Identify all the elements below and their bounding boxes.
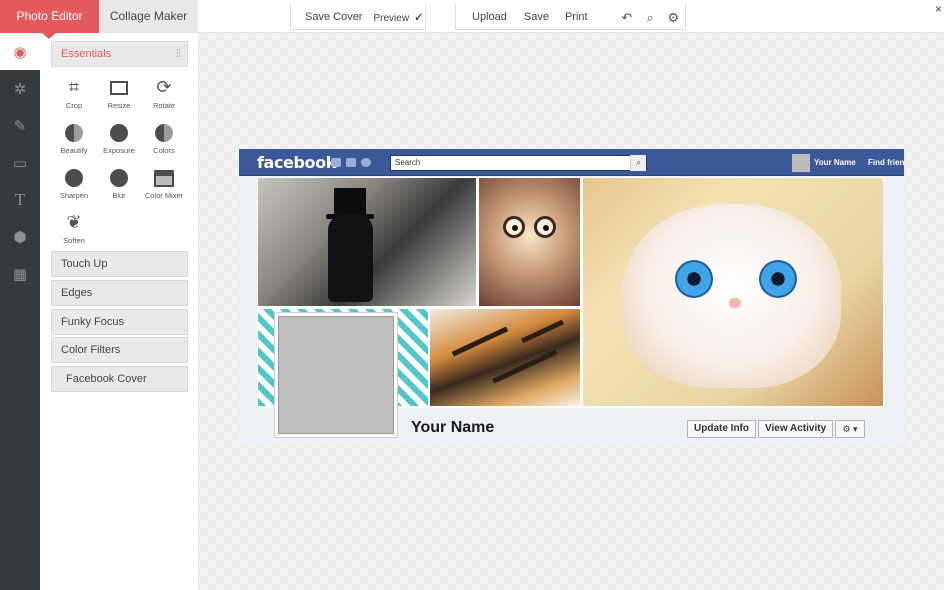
top-toolbar: Photo Editor Collage Maker Save Cover Pr… [0,0,944,33]
facebook-cover-section[interactable]: Facebook Cover [51,366,188,392]
tab-collage-maker[interactable]: Collage Maker [99,0,198,33]
resize-tool[interactable]: Resize [96,75,142,110]
cube-icon[interactable]: ⬢ [0,218,40,255]
cat-nose [729,298,741,308]
preview-toggle[interactable]: Preview ✓ [370,6,426,29]
search-placeholder: Search [395,158,421,167]
touch-up-section[interactable]: Touch Up [51,251,188,277]
sliders-icon: ⫶⫶ [176,49,181,60]
upload-button[interactable]: Upload [456,6,516,29]
cat-eye-left [675,260,713,298]
tool-label: Rotate [152,101,176,110]
texture-icon[interactable]: ▦ [0,255,40,292]
profile-name: Your Name [411,419,495,436]
magic-wand-icon[interactable]: ✲ [0,70,40,107]
settings-dropdown-icon[interactable]: ⚙ ▾ [835,420,865,438]
cat-eye-right [759,260,797,298]
globe-icon [361,158,371,167]
resize-icon [96,75,142,99]
colors-icon [141,120,187,144]
close-icon[interactable] [935,2,942,16]
soften-icon: ❦ [66,212,82,232]
rotate-icon: ⟳ [156,77,172,97]
facebook-logo: facebook [257,153,336,172]
save-cover-button[interactable]: Save Cover [291,6,370,29]
beautify-icon [51,120,97,144]
funky-focus-section[interactable]: Funky Focus [51,309,188,335]
exposure-icon [96,120,142,144]
tools-panel: Essentials ⫶⫶ ⌗ Crop Resize ⟳ Rotate Bea… [40,33,199,590]
collage-photo-bread-cat[interactable] [583,178,883,406]
facebook-notification-icons [331,158,371,167]
rotate-tool[interactable]: ⟳ Rotate [141,75,187,110]
color-filters-section[interactable]: Color Filters [51,337,188,363]
preview-label: Preview [373,12,410,24]
tool-label: Sharpen [59,191,89,200]
find-friends-link: Find friends [868,158,904,167]
zoom-icon[interactable]: ⌕ [638,6,661,29]
facebook-header-bar: facebook Search ⌕ Your Name Find friends [239,149,904,176]
messages-icon [346,158,356,167]
tool-label: Soften [63,236,85,245]
collage-photo-sleeping-cat[interactable] [430,309,580,406]
file-actions-group: Upload Save Print ↶ ⌕ ⚙ [455,5,686,30]
crop-tool[interactable]: ⌗ Crop [51,75,97,110]
tab-photo-editor[interactable]: Photo Editor [0,0,99,33]
brush-icon[interactable]: ✎ [0,107,40,144]
settings-gear-icon[interactable]: ⚙ [662,6,685,29]
friends-icon [331,158,341,167]
print-button[interactable]: Print [557,6,596,29]
search-icon[interactable]: ⌕ [630,155,646,171]
beautify-tool[interactable]: Beautify [51,120,97,155]
text-icon[interactable]: T [0,181,40,218]
exposure-tool[interactable]: Exposure [96,120,142,155]
profile-picture-box [278,316,394,434]
tool-label: Crop [65,101,83,110]
avatar [792,154,810,172]
color-mixer-icon [141,165,187,189]
frame-icon[interactable]: ▭ [0,144,40,181]
fur-stripe [521,319,564,344]
edges-section[interactable]: Edges [51,280,188,306]
fur-stripe [451,326,509,357]
tool-label: Resize [107,101,131,110]
tool-category-rail: ◉ ✲ ✎ ▭ T ⬢ ▦ [0,33,40,590]
tool-label: Color Mixer [144,191,184,200]
tool-label: Colors [153,146,175,155]
save-button[interactable]: Save [516,6,557,29]
essentials-section-header[interactable]: Essentials ⫶⫶ [51,41,188,67]
tool-label: Blur [112,191,126,200]
sharpen-tool[interactable]: Sharpen [51,165,97,200]
checkmark-icon: ✓ [413,9,424,24]
crop-icon: ⌗ [68,77,80,97]
profile-picture-placeholder[interactable] [274,312,398,438]
kitten-eye-left [503,216,525,238]
header-user-name: Your Name [814,158,856,167]
cat-face-shape [623,204,841,388]
collage-photo-black-cat-top-hat[interactable] [258,178,476,306]
fur-stripe [492,349,558,384]
facebook-search-input[interactable]: Search ⌕ [390,155,647,171]
view-activity-button[interactable]: View Activity [758,420,834,438]
blur-tool[interactable]: Blur [96,165,142,200]
essentials-label: Essentials [61,48,112,60]
active-tab-caret [42,33,56,39]
facebook-cover-preview: facebook Search ⌕ Your Name Find friends [239,149,906,445]
kitten-eye-right [534,216,556,238]
soften-tool[interactable]: ❦ Soften [51,210,97,245]
color-mixer-tool[interactable]: Color Mixer [141,165,187,200]
update-info-button[interactable]: Update Info [687,420,756,438]
undo-icon[interactable]: ↶ [615,6,638,29]
colors-tool[interactable]: Colors [141,120,187,155]
black-cat-shape [328,214,373,302]
save-cover-group: Save Cover Preview ✓ [290,5,426,30]
blur-icon [96,165,142,189]
sharpen-icon [51,165,97,189]
tool-label: Exposure [103,146,135,155]
essentials-icon[interactable]: ◉ [0,33,40,70]
collage-photo-kitten-closeup[interactable] [479,178,580,306]
tool-label: Beautify [60,146,88,155]
